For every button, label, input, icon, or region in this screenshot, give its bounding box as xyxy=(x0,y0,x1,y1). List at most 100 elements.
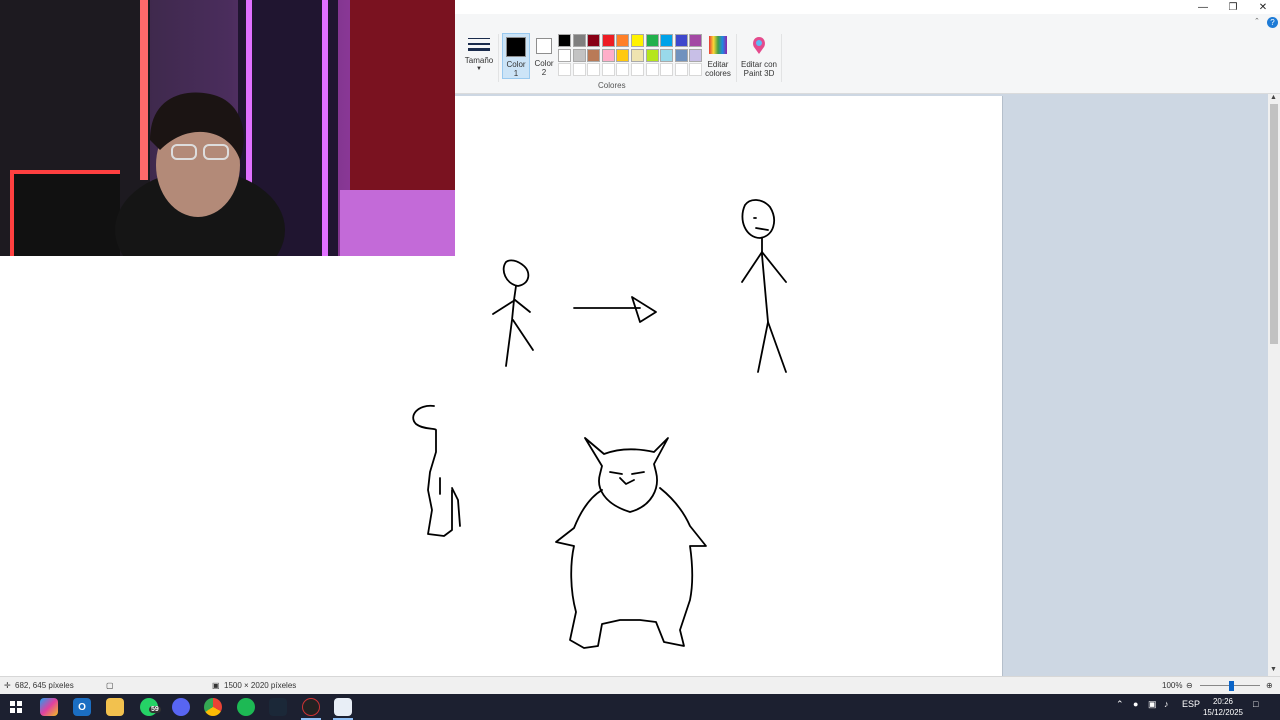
spotify-icon[interactable] xyxy=(237,698,255,716)
chevron-down-icon: ▼ xyxy=(476,66,482,72)
palette-color[interactable] xyxy=(689,34,703,47)
palette-color[interactable] xyxy=(645,63,659,77)
palette-color[interactable] xyxy=(674,34,688,47)
outlook-icon[interactable]: O xyxy=(73,698,91,716)
status-bar: ✛ 682, 645 píxeles ▢ ▣ 1500 × 2020 píxel… xyxy=(0,676,1280,694)
palette-color[interactable] xyxy=(631,48,644,62)
color1-swatch xyxy=(506,37,526,57)
line-size-icon xyxy=(468,38,490,51)
separator xyxy=(781,34,782,82)
paint3d-icon xyxy=(753,37,765,54)
file-explorer-icon[interactable] xyxy=(106,698,124,716)
palette-color[interactable] xyxy=(601,63,615,77)
palette-color[interactable] xyxy=(631,63,644,77)
discord-icon[interactable] xyxy=(172,698,190,716)
color-wheel-icon xyxy=(709,36,727,54)
palette-color[interactable] xyxy=(616,34,630,47)
obs-icon[interactable] xyxy=(302,698,320,716)
arrow-drawing xyxy=(573,296,657,323)
palette-color[interactable] xyxy=(572,34,586,47)
cursor-position: 682, 645 píxeles xyxy=(15,681,74,690)
color1-label-line1: Color xyxy=(506,60,526,69)
side-view-figure xyxy=(412,404,461,537)
palette-color[interactable] xyxy=(572,63,586,77)
chrome-icon[interactable] xyxy=(204,698,222,716)
zoom-slider-thumb[interactable] xyxy=(1229,681,1234,691)
cat-creature-drawing xyxy=(555,437,707,649)
steam-icon[interactable] xyxy=(269,698,287,716)
color2-swatch xyxy=(536,38,552,54)
image-size: 1500 × 2020 píxeles xyxy=(224,681,297,690)
palette-color[interactable] xyxy=(572,48,586,62)
notifications-icon[interactable]: □ xyxy=(1253,699,1258,709)
palette-color[interactable] xyxy=(616,63,630,77)
whatsapp-icon[interactable]: 59 xyxy=(140,698,161,716)
volume-icon[interactable]: ♪ xyxy=(1164,699,1169,709)
edit-colors-line1: Editar xyxy=(707,60,729,69)
taskbar: O 59 ⌃ ● ▣ ♪ ESP 20:26 15/12/2025 □ xyxy=(0,694,1280,720)
palette-color[interactable] xyxy=(587,34,601,47)
minimize-button[interactable]: — xyxy=(1188,0,1218,14)
palette-color[interactable] xyxy=(660,34,674,47)
palette-color[interactable] xyxy=(645,48,659,62)
palette-color[interactable] xyxy=(601,48,615,62)
color1-label-line2: 1 xyxy=(513,69,519,78)
windows-start-icon[interactable] xyxy=(7,698,25,716)
paint3d-line2: Paint 3D xyxy=(743,69,775,78)
edit-colors-button[interactable]: Editar colores xyxy=(703,34,733,78)
palette-color[interactable] xyxy=(587,48,601,62)
edit-with-paint3d-button[interactable]: Editar con Paint 3D xyxy=(739,34,779,78)
size-button[interactable]: Tamaño ▼ xyxy=(463,36,495,74)
zoom-in-button[interactable]: ⊕ xyxy=(1266,677,1273,695)
collapse-ribbon-icon[interactable]: ⌃ xyxy=(1254,17,1260,25)
restore-button[interactable]: ❐ xyxy=(1218,0,1248,14)
tall-stick-figure xyxy=(741,199,787,373)
palette-color[interactable] xyxy=(660,63,674,77)
network-icon[interactable]: ▣ xyxy=(1148,699,1157,710)
palette-color[interactable] xyxy=(689,63,703,77)
palette-color[interactable] xyxy=(601,34,615,47)
color1-button[interactable]: Color 1 xyxy=(502,33,530,79)
help-icon[interactable]: ? xyxy=(1267,17,1278,28)
chevron-up-icon[interactable]: ⌃ xyxy=(1116,699,1124,710)
zoom-out-button[interactable]: ⊖ xyxy=(1186,677,1193,695)
size-label: Tamaño xyxy=(464,56,494,65)
clock-time: 20:26 xyxy=(1212,697,1234,706)
webcam-image xyxy=(0,0,455,256)
microphone-icon[interactable]: ● xyxy=(1133,699,1138,709)
palette-color[interactable] xyxy=(674,48,688,62)
color2-button[interactable]: Color 2 xyxy=(531,34,557,77)
color2-label-line1: Color xyxy=(534,59,554,68)
image-size-icon: ▣ xyxy=(212,681,220,690)
colors-group-label: Colores xyxy=(598,81,626,90)
palette-color[interactable] xyxy=(587,63,601,77)
palette-color[interactable] xyxy=(631,34,644,47)
clock[interactable]: 20:26 15/12/2025 xyxy=(1196,696,1250,718)
palette-color[interactable] xyxy=(558,63,571,77)
paint-icon[interactable] xyxy=(334,698,352,716)
palette-color[interactable] xyxy=(660,48,674,62)
small-stick-figure xyxy=(492,259,534,367)
selection-icon: ▢ xyxy=(106,681,114,690)
cursor-icon: ✛ xyxy=(4,681,11,690)
palette-color[interactable] xyxy=(645,34,659,47)
clock-date: 15/12/2025 xyxy=(1202,708,1244,717)
close-icon: ✕ xyxy=(1258,1,1268,13)
paint3d-line1: Editar con xyxy=(740,60,778,69)
palette-color[interactable] xyxy=(558,48,571,62)
scroll-up-icon[interactable]: ▲ xyxy=(1270,94,1277,101)
scroll-thumb[interactable] xyxy=(1270,104,1278,344)
palette-color[interactable] xyxy=(689,48,703,62)
close-button[interactable]: ✕ xyxy=(1248,0,1278,14)
webcam-overlay xyxy=(0,0,455,256)
palette-color[interactable] xyxy=(558,34,571,47)
color-palette xyxy=(558,34,706,78)
minimize-icon: — xyxy=(1198,1,1208,13)
zoom-level: 100% xyxy=(1162,681,1183,690)
separator xyxy=(498,34,499,82)
palette-color[interactable] xyxy=(674,63,688,77)
scroll-down-icon[interactable]: ▼ xyxy=(1270,666,1277,673)
restore-icon: ❐ xyxy=(1228,1,1238,13)
copilot-icon[interactable] xyxy=(40,698,58,716)
palette-color[interactable] xyxy=(616,48,630,62)
